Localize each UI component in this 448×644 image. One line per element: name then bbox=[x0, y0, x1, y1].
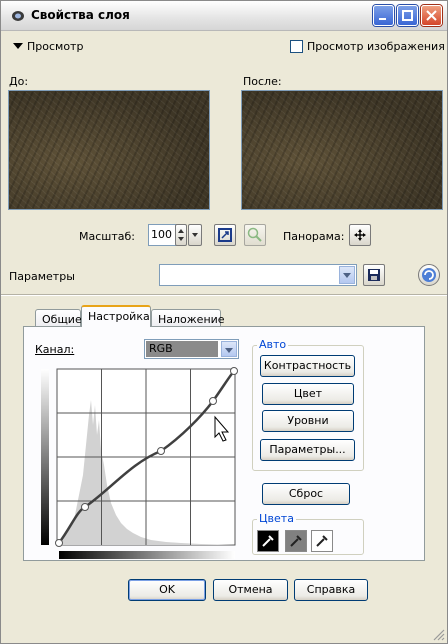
channel-value: RGB bbox=[149, 342, 173, 355]
curves-editor[interactable] bbox=[41, 365, 241, 561]
resize-grip-icon[interactable] bbox=[431, 627, 445, 641]
levels-button[interactable]: Уровни bbox=[262, 410, 354, 432]
save-icon bbox=[368, 269, 380, 281]
close-button[interactable] bbox=[421, 5, 442, 26]
maximize-button[interactable] bbox=[397, 5, 418, 26]
color-button[interactable]: Цвет bbox=[262, 383, 354, 405]
spin-arrows-icon bbox=[178, 229, 184, 241]
minimize-button[interactable] bbox=[373, 5, 394, 26]
preview-header-label: Просмотр bbox=[27, 40, 84, 53]
zoom-spinner[interactable] bbox=[175, 224, 187, 246]
reset-button-label: Сброс bbox=[288, 487, 324, 500]
chevron-down-icon bbox=[192, 233, 198, 237]
preview-section-header[interactable]: Просмотр Просмотр изображения bbox=[1, 35, 447, 59]
curve-point[interactable] bbox=[209, 397, 217, 405]
eyedropper-icon bbox=[262, 535, 274, 547]
separator bbox=[1, 294, 447, 295]
before-label: До: bbox=[9, 75, 29, 88]
auto-group-title: Авто bbox=[257, 338, 289, 351]
contrast-button[interactable]: Контрастность bbox=[260, 355, 355, 377]
levels-button-label: Уровни bbox=[287, 414, 329, 427]
curve-point[interactable] bbox=[55, 539, 63, 547]
minimize-icon bbox=[379, 18, 386, 20]
zoom-label: Масштаб: bbox=[79, 230, 135, 243]
presets-combo[interactable] bbox=[159, 264, 357, 286]
layer-properties-window: Свойства слоя Просмотр Просмотр изображе… bbox=[0, 0, 448, 644]
color-button-label: Цвет bbox=[293, 387, 323, 400]
presets-dropdown-arrow-icon[interactable] bbox=[339, 266, 355, 284]
refresh-icon bbox=[422, 268, 436, 282]
curve-point[interactable] bbox=[81, 503, 89, 511]
channel-label: Канал: bbox=[35, 343, 75, 356]
reset-preset-button[interactable] bbox=[418, 264, 440, 286]
channel-combo[interactable]: RGB bbox=[144, 339, 239, 359]
zoom-tool-button[interactable] bbox=[244, 224, 266, 246]
help-button-label: Справка bbox=[306, 583, 356, 596]
colors-group-title: Цвета bbox=[257, 512, 296, 525]
ok-button-label: OK bbox=[159, 583, 175, 596]
auto-parameters-button[interactable]: Параметры... bbox=[260, 439, 355, 461]
cancel-button-label: Отмена bbox=[228, 583, 273, 596]
title-bar[interactable]: Свойства слоя bbox=[1, 1, 447, 31]
pan-arrows-icon bbox=[354, 229, 366, 241]
fit-zoom-button[interactable] bbox=[214, 224, 236, 246]
presets-label: Параметры bbox=[9, 270, 75, 283]
save-preset-button[interactable] bbox=[363, 264, 385, 286]
input-gradient-bar bbox=[59, 551, 235, 559]
white-point-eyedropper[interactable] bbox=[311, 530, 333, 552]
close-icon bbox=[426, 10, 437, 21]
window-title: Свойства слоя bbox=[31, 8, 130, 22]
zoom-dropdown[interactable] bbox=[188, 224, 202, 246]
gray-point-eyedropper[interactable] bbox=[285, 530, 307, 552]
curve-point[interactable] bbox=[230, 367, 238, 375]
auto-parameters-label: Параметры... bbox=[269, 443, 346, 456]
ok-button[interactable]: OK bbox=[128, 579, 206, 601]
channel-dropdown-arrow-icon[interactable] bbox=[221, 341, 237, 357]
help-button[interactable]: Справка bbox=[294, 579, 368, 601]
maximize-icon bbox=[402, 10, 413, 21]
collapse-arrow-icon[interactable] bbox=[13, 43, 23, 49]
magnifier-icon bbox=[247, 227, 262, 242]
image-preview-checkbox[interactable] bbox=[290, 40, 303, 53]
zoom-value: 100 bbox=[151, 228, 172, 241]
app-icon bbox=[12, 11, 24, 21]
pan-button[interactable] bbox=[349, 224, 371, 246]
after-preview-image[interactable] bbox=[241, 90, 443, 210]
contrast-button-label: Контрастность bbox=[263, 359, 352, 372]
zoom-fit-icon bbox=[218, 228, 232, 242]
eyedropper-icon bbox=[316, 535, 328, 547]
after-label: После: bbox=[243, 75, 282, 88]
cancel-button[interactable]: Отмена bbox=[213, 579, 288, 601]
tab-blend-label: Наложение bbox=[158, 313, 225, 326]
tab-general-label: Общие bbox=[42, 313, 82, 326]
reset-button[interactable]: Сброс bbox=[262, 483, 350, 505]
before-preview-image[interactable] bbox=[8, 90, 210, 210]
pan-label: Панорама: bbox=[283, 230, 345, 243]
curve-point[interactable] bbox=[157, 447, 165, 455]
tab-adjust-label: Настройка bbox=[88, 310, 150, 323]
tab-adjust[interactable]: Настройка bbox=[81, 305, 151, 327]
image-preview-label: Просмотр изображения bbox=[307, 40, 445, 53]
eyedropper-icon bbox=[290, 535, 302, 547]
output-gradient-bar bbox=[41, 369, 49, 545]
black-point-eyedropper[interactable] bbox=[257, 530, 279, 552]
